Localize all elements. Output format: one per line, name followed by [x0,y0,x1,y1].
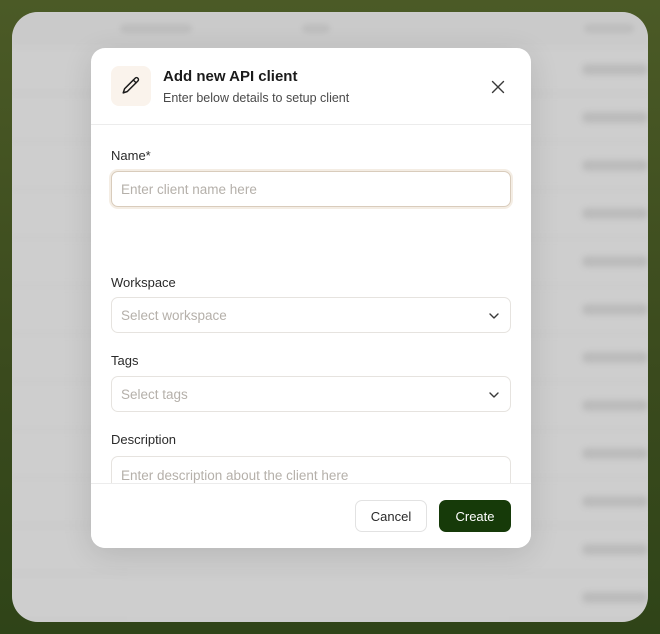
name-label: Name* [111,148,151,163]
workspace-label: Workspace [111,275,176,290]
workspace-select[interactable]: Select workspace [111,297,511,333]
workspace-select-placeholder: Select workspace [121,308,227,323]
chevron-down-icon [489,313,499,319]
description-placeholder: Enter description about the client here [121,468,349,483]
tags-select[interactable]: Select tags [111,376,511,412]
dialog-form: Name* Workspace Select workspace Tags Se… [111,125,511,530]
close-button[interactable] [487,76,509,98]
dialog-subtitle: Enter below details to setup client [163,91,350,105]
app-frame: Add new API client Enter below details t… [12,12,648,622]
tags-select-placeholder: Select tags [121,387,188,402]
dialog-title: Add new API client [163,68,298,85]
create-button[interactable]: Create [439,500,511,532]
add-api-client-dialog: Add new API client Enter below details t… [91,48,531,548]
cancel-button[interactable]: Cancel [355,500,427,532]
dialog-footer: Cancel Create [91,483,531,548]
dialog-header: Add new API client Enter below details t… [91,48,531,125]
pencil-icon [111,66,151,106]
close-icon [491,80,505,94]
description-label: Description [111,432,177,447]
client-name-input[interactable] [111,171,511,207]
chevron-down-icon [489,392,499,398]
tags-label: Tags [111,353,139,368]
